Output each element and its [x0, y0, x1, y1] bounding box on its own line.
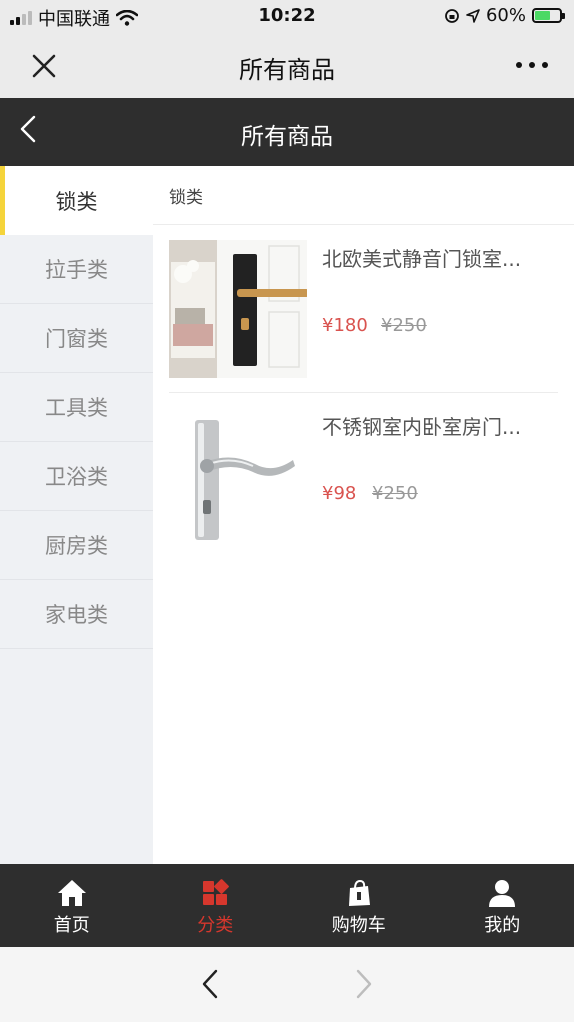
- tab-label: 首页: [53, 915, 90, 936]
- location-icon: [466, 8, 480, 23]
- tab-profile[interactable]: 我的: [431, 864, 574, 947]
- sidebar-item-locks[interactable]: 锁类: [0, 166, 153, 235]
- sidebar-item-label: 厨房类: [45, 534, 108, 558]
- battery-icon: [532, 8, 565, 23]
- tab-home[interactable]: 首页: [0, 864, 144, 947]
- bottom-tab-bar: 首页 分类 购物车 我的: [0, 864, 574, 947]
- section-title: 锁类: [153, 166, 574, 225]
- sidebar-item-label: 拉手类: [45, 258, 108, 282]
- home-icon: [57, 880, 86, 906]
- product-name[interactable]: 不锈钢室内卧室房门...: [322, 411, 562, 440]
- sidebar-item-appliances[interactable]: 家电类: [0, 580, 153, 649]
- battery-percent: 60%: [485, 5, 526, 26]
- shopping-bag-icon: [348, 879, 370, 906]
- sidebar-item-label: 家电类: [45, 603, 108, 627]
- tab-cart[interactable]: 购物车: [287, 864, 431, 947]
- sidebar-item-label: 门窗类: [45, 327, 108, 351]
- product-card[interactable]: 不锈钢室内卧室房门... ¥98 ¥250: [169, 393, 558, 561]
- product-list-panel: 锁类 北欧美式静音门锁室... ¥180 ¥250 不锈钢室内卧室房门... ¥…: [153, 166, 574, 864]
- status-bar: 中国联通 10:22 60%: [0, 0, 574, 34]
- product-image[interactable]: [169, 408, 307, 546]
- product-original-price: ¥250: [372, 483, 418, 504]
- product-card[interactable]: 北欧美式静音门锁室... ¥180 ¥250: [169, 225, 558, 393]
- sidebar-item-bathroom[interactable]: 卫浴类: [0, 442, 153, 511]
- browser-toolbar: [0, 947, 574, 1022]
- sidebar-item-label: 卫浴类: [45, 465, 108, 489]
- product-name[interactable]: 北欧美式静音门锁室...: [322, 243, 562, 272]
- product-image[interactable]: [169, 240, 307, 378]
- sidebar-item-handles[interactable]: 拉手类: [0, 235, 153, 304]
- sidebar-item-label: 工具类: [45, 396, 108, 420]
- tab-label: 购物车: [331, 915, 386, 936]
- orientation-lock-icon: [445, 8, 459, 23]
- category-icon: [203, 879, 230, 905]
- nav-title: 所有商品: [239, 56, 335, 84]
- page-header: 所有商品: [0, 98, 574, 166]
- browser-back-icon[interactable]: [196, 969, 224, 999]
- tab-category[interactable]: 分类: [144, 864, 288, 947]
- sidebar-item-kitchen[interactable]: 厨房类: [0, 511, 153, 580]
- page-title: 所有商品: [241, 124, 333, 150]
- sidebar-item-tools[interactable]: 工具类: [0, 373, 153, 442]
- wechat-nav-bar: 所有商品: [0, 34, 574, 98]
- product-price: ¥180: [322, 315, 368, 336]
- user-icon: [489, 880, 516, 907]
- more-options-icon[interactable]: [516, 62, 548, 68]
- tab-label: 我的: [484, 915, 521, 936]
- browser-forward-icon[interactable]: [350, 969, 378, 999]
- tab-label: 分类: [197, 915, 234, 936]
- product-original-price: ¥250: [381, 315, 427, 336]
- sidebar-item-doors-windows[interactable]: 门窗类: [0, 304, 153, 373]
- category-sidebar: 锁类 拉手类 门窗类 工具类 卫浴类 厨房类 家电类: [0, 166, 153, 864]
- product-price: ¥98: [322, 483, 357, 504]
- sidebar-item-label: 锁类: [55, 189, 98, 214]
